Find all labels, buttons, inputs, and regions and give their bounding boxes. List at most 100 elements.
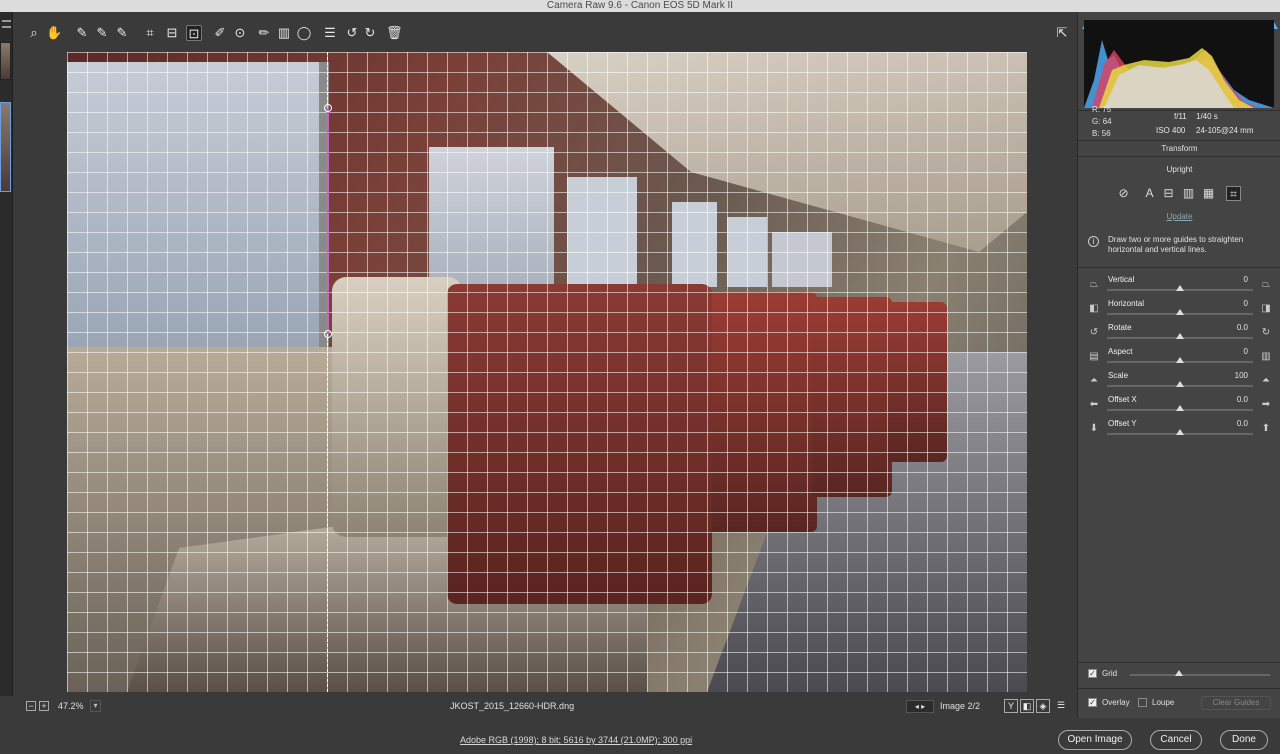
straighten-tool-icon[interactable]: ⊟ xyxy=(164,25,180,41)
preferences-icon[interactable]: ☰ xyxy=(322,25,338,41)
grid-size-slider-thumb[interactable] xyxy=(1175,670,1183,676)
slider-thumb[interactable] xyxy=(1176,285,1184,291)
slider-left-icon[interactable]: ⏶ xyxy=(1088,375,1100,387)
g-value: 64 xyxy=(1102,117,1112,126)
slider-offset-x[interactable]: ⬅ Offset X 0.0 ➡ xyxy=(1078,395,1280,419)
graduated-filter-icon[interactable]: ▥ xyxy=(276,25,292,41)
toolbar: ⌕ ✋ ✎ ✎ ✎ ⌗ ⊟ ⊡ ✐ ⊙ ✏ ▥ ◯ ☰ ↺ ↻ 🗑 ⇱ xyxy=(14,12,1076,52)
preview-settings-icon[interactable]: ☰ xyxy=(1054,699,1068,713)
adjustment-brush-icon[interactable]: ✏ xyxy=(256,25,272,41)
slider-right-icon[interactable]: ⬆ xyxy=(1260,423,1272,435)
r-value: 75 xyxy=(1102,105,1112,114)
slider-value[interactable]: 0 xyxy=(1208,347,1248,356)
loupe-checkbox[interactable] xyxy=(1138,698,1147,707)
trash-icon[interactable]: 🗑 xyxy=(386,25,403,41)
slider-value[interactable]: 100 xyxy=(1208,371,1248,380)
slider-right-icon[interactable]: ↻ xyxy=(1260,327,1272,339)
grid-checkbox[interactable]: ✓ xyxy=(1088,669,1097,678)
slider-value[interactable]: 0 xyxy=(1208,299,1248,308)
guide-handle[interactable] xyxy=(324,104,332,112)
slider-scale[interactable]: ⏶ Scale 100 ⏶ xyxy=(1078,371,1280,395)
slider-left-icon[interactable]: ⬅ xyxy=(1088,399,1100,411)
slider-left-icon[interactable]: ◧ xyxy=(1088,303,1100,315)
filmstrip-thumbnail[interactable] xyxy=(0,42,11,80)
slider-value[interactable]: 0.0 xyxy=(1208,323,1248,332)
g-label: G: xyxy=(1092,117,1101,126)
prev-image-icon[interactable]: ◂ xyxy=(915,702,919,711)
info-icon: i xyxy=(1088,236,1099,247)
slider-vertical[interactable]: ⏢ Vertical 0 ⏢ xyxy=(1078,275,1280,299)
slider-right-icon[interactable]: ◨ xyxy=(1260,303,1272,315)
slider-right-icon[interactable]: ⏶ xyxy=(1260,375,1272,387)
slider-left-icon[interactable]: ⬇ xyxy=(1088,423,1100,435)
rotate-cw-icon[interactable]: ↻ xyxy=(362,25,378,41)
slider-value[interactable]: 0 xyxy=(1208,275,1248,284)
shutter-speed: 1/40 s xyxy=(1196,112,1218,121)
slider-thumb[interactable] xyxy=(1176,429,1184,435)
red-eye-tool-icon[interactable]: ⊙ xyxy=(232,25,248,41)
swap-button[interactable]: ◈ xyxy=(1036,699,1050,713)
slider-right-icon[interactable]: ▥ xyxy=(1260,351,1272,363)
upright-auto-icon[interactable]: A xyxy=(1142,186,1157,201)
slider-thumb[interactable] xyxy=(1176,405,1184,411)
zoom-tool-icon[interactable]: ⌕ xyxy=(26,25,42,41)
before-after-button[interactable]: ◧ xyxy=(1020,699,1034,713)
white-balance-tool-icon[interactable]: ✎ xyxy=(74,25,90,41)
targeted-adjustment-tool-icon[interactable]: ✎ xyxy=(114,25,130,41)
footer: Adobe RGB (1998); 8 bit; 5616 by 3744 (2… xyxy=(0,718,1280,754)
next-image-icon[interactable]: ▸ xyxy=(921,702,925,711)
filmstrip-thumbnail-selected[interactable] xyxy=(0,102,11,192)
image-canvas[interactable] xyxy=(14,52,1076,696)
upright-guided-icon[interactable]: ⌗ xyxy=(1226,186,1241,201)
slider-left-icon[interactable]: ⏢ xyxy=(1088,279,1100,291)
slider-thumb[interactable] xyxy=(1176,309,1184,315)
slider-right-icon[interactable]: ⏢ xyxy=(1260,279,1272,291)
r-label: R: xyxy=(1092,105,1100,114)
slider-value[interactable]: 0.0 xyxy=(1208,395,1248,404)
slider-aspect[interactable]: ▤ Aspect 0 ▥ xyxy=(1078,347,1280,371)
radial-filter-icon[interactable]: ◯ xyxy=(296,25,312,41)
transform-tool-icon[interactable]: ⊡ xyxy=(186,25,202,41)
update-button[interactable]: Update xyxy=(1078,212,1280,221)
slider-thumb[interactable] xyxy=(1176,333,1184,339)
spot-removal-tool-icon[interactable]: ✐ xyxy=(212,25,228,41)
upright-level-icon[interactable]: ⊟ xyxy=(1161,186,1176,201)
slider-value[interactable]: 0.0 xyxy=(1208,419,1248,428)
slider-thumb[interactable] xyxy=(1176,357,1184,363)
zoom-out-button[interactable]: − xyxy=(26,701,36,711)
upright-label: Upright xyxy=(1166,165,1193,174)
overlay-checkbox[interactable]: ✓ xyxy=(1088,698,1097,707)
clear-guides-button[interactable]: Clear Guides xyxy=(1201,696,1271,710)
rotate-ccw-icon[interactable]: ↺ xyxy=(344,25,360,41)
zoom-in-button[interactable]: + xyxy=(39,701,49,711)
done-button[interactable]: Done xyxy=(1220,730,1268,750)
cancel-button[interactable]: Cancel xyxy=(1150,730,1202,750)
filmstrip-menu-icon[interactable] xyxy=(2,20,11,28)
image-nav-buttons[interactable]: ◂ ▸ xyxy=(906,700,934,713)
iso: ISO 400 xyxy=(1156,126,1186,135)
active-guide-segment[interactable] xyxy=(327,108,329,334)
slider-label: Vertical xyxy=(1108,275,1135,284)
upright-off-icon[interactable]: ⊘ xyxy=(1116,186,1131,201)
fullscreen-toggle-icon[interactable]: ⇱ xyxy=(1054,25,1070,41)
hand-tool-icon[interactable]: ✋ xyxy=(46,25,62,41)
preview-toggle-button[interactable]: Y xyxy=(1004,699,1018,713)
photo-preview[interactable] xyxy=(67,52,1027,692)
slider-left-icon[interactable]: ▤ xyxy=(1088,351,1100,363)
grid-size-slider[interactable] xyxy=(1130,674,1270,676)
guide-handle[interactable] xyxy=(324,330,332,338)
slider-horizontal[interactable]: ◧ Horizontal 0 ◨ xyxy=(1078,299,1280,323)
open-image-button[interactable]: Open Image xyxy=(1058,730,1132,750)
upright-full-icon[interactable]: ▦ xyxy=(1201,186,1216,201)
slider-right-icon[interactable]: ➡ xyxy=(1260,399,1272,411)
slider-offset-y[interactable]: ⬇ Offset Y 0.0 ⬆ xyxy=(1078,419,1280,443)
workflow-options-link[interactable]: Adobe RGB (1998); 8 bit; 5616 by 3744 (2… xyxy=(460,735,692,745)
slider-rotate[interactable]: ↺ Rotate 0.0 ↻ xyxy=(1078,323,1280,347)
slider-left-icon[interactable]: ↺ xyxy=(1088,327,1100,339)
upright-vertical-icon[interactable]: ▥ xyxy=(1181,186,1196,201)
color-sampler-tool-icon[interactable]: ✎ xyxy=(94,25,110,41)
slider-thumb[interactable] xyxy=(1176,381,1184,387)
slider-label: Offset X xyxy=(1108,395,1137,404)
zoom-dropdown[interactable]: ▾ xyxy=(90,700,101,712)
crop-tool-icon[interactable]: ⌗ xyxy=(142,25,158,41)
